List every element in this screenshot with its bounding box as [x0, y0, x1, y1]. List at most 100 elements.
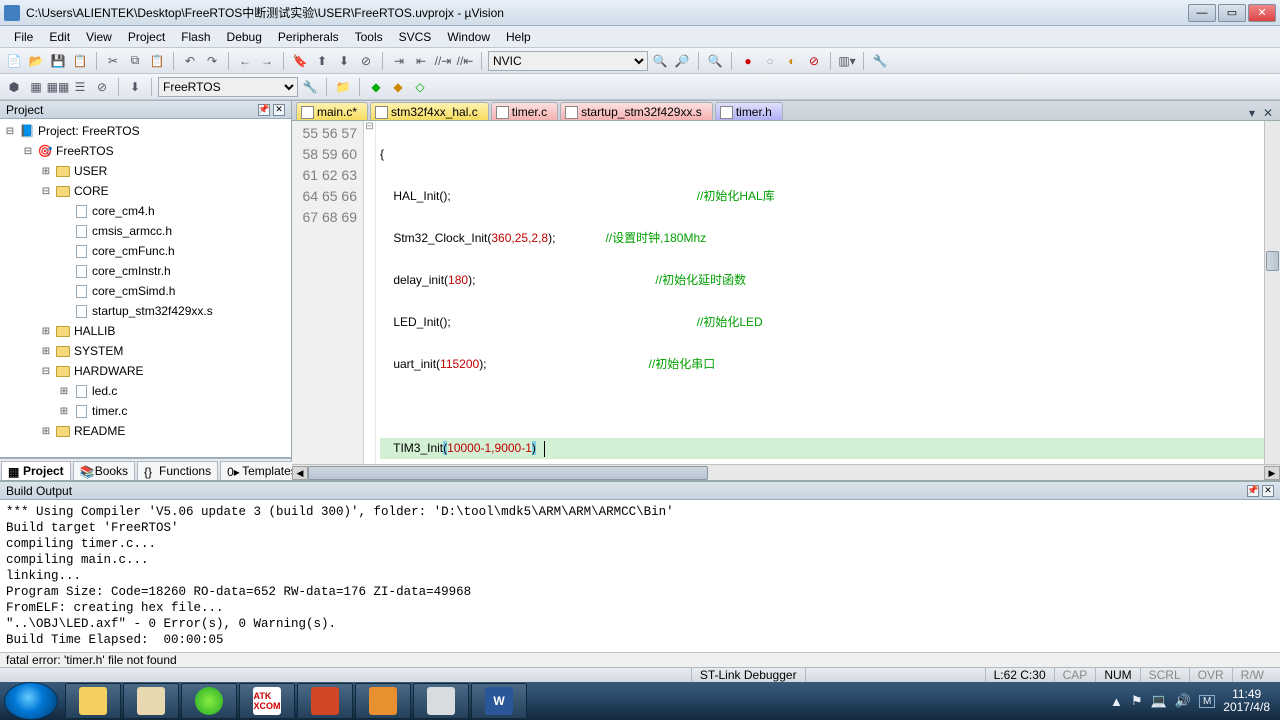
taskbar-item-explorer[interactable]: [65, 683, 121, 719]
configure-button[interactable]: 🔧: [870, 51, 890, 71]
fold-column[interactable]: ⊟: [364, 121, 376, 464]
tree-file[interactable]: ⊞timer.c: [0, 401, 291, 421]
editor-vscrollbar[interactable]: [1264, 121, 1280, 464]
target-select[interactable]: FreeRTOS: [158, 77, 298, 97]
tab-project[interactable]: ▦Project: [1, 461, 71, 480]
hscroll-left[interactable]: ◀: [292, 466, 308, 480]
menu-debug[interactable]: Debug: [219, 28, 270, 46]
tab-functions[interactable]: {}Functions: [137, 461, 218, 480]
start-button[interactable]: [4, 682, 58, 720]
breakpoint-disable-button[interactable]: ◐: [782, 51, 802, 71]
uncomment-button[interactable]: //⇤: [455, 51, 475, 71]
indent-button[interactable]: ⇥: [389, 51, 409, 71]
breakpoint-insert-button[interactable]: ●: [738, 51, 758, 71]
file-tab-timer-h[interactable]: timer.h: [715, 102, 783, 120]
tree-folder-user[interactable]: ⊞USER: [0, 161, 291, 181]
menu-svcs[interactable]: SVCS: [391, 28, 440, 46]
tree-target[interactable]: ⊟🎯FreeRTOS: [0, 141, 291, 161]
build-button[interactable]: ▦: [26, 77, 46, 97]
rebuild-button[interactable]: ▦▦: [48, 77, 68, 97]
redo-button[interactable]: ↷: [202, 51, 222, 71]
tree-file[interactable]: core_cmFunc.h: [0, 241, 291, 261]
tree-file[interactable]: cmsis_armcc.h: [0, 221, 291, 241]
find-in-files-button[interactable]: 🔎: [672, 51, 692, 71]
bookmark-prev-button[interactable]: ⬆: [312, 51, 332, 71]
panel-close-button[interactable]: ✕: [273, 104, 285, 116]
tray-up-icon[interactable]: ▲: [1110, 694, 1123, 709]
menu-file[interactable]: File: [6, 28, 41, 46]
taskbar-item-atk[interactable]: ATKXCOM: [239, 683, 295, 719]
stop-build-button[interactable]: ⊘: [92, 77, 112, 97]
code-editor[interactable]: 55 56 57 58 59 60 61 62 63 64 65 66 67 6…: [292, 121, 1280, 464]
system-tray[interactable]: ▲ ⚑ 💻 🔊 M 11:492017/4/8: [1104, 688, 1276, 714]
tab-close-button[interactable]: ✕: [1261, 106, 1275, 120]
code-area[interactable]: { HAL_Init();//初始化HAL库 Stm32_Clock_Init(…: [376, 121, 1280, 464]
tree-root[interactable]: ⊟📘Project: FreeRTOS: [0, 121, 291, 141]
maximize-button[interactable]: ▭: [1218, 4, 1246, 22]
menu-help[interactable]: Help: [498, 28, 539, 46]
build-close-button[interactable]: ✕: [1262, 485, 1274, 497]
nav-forward-button[interactable]: →: [257, 51, 277, 71]
debug-button[interactable]: 🔍: [705, 51, 725, 71]
batch-build-button[interactable]: ☰: [70, 77, 90, 97]
close-button[interactable]: ✕: [1248, 4, 1276, 22]
paste-button[interactable]: 📋: [147, 51, 167, 71]
hscroll-right[interactable]: ▶: [1264, 466, 1280, 480]
minimize-button[interactable]: —: [1188, 4, 1216, 22]
bookmark-button[interactable]: 🔖: [290, 51, 310, 71]
tree-file[interactable]: core_cmInstr.h: [0, 261, 291, 281]
tree-file[interactable]: ⊞led.c: [0, 381, 291, 401]
menu-edit[interactable]: Edit: [41, 28, 78, 46]
find-combo[interactable]: NVIC: [488, 51, 648, 71]
outdent-button[interactable]: ⇤: [411, 51, 431, 71]
tray-volume-icon[interactable]: 🔊: [1175, 693, 1191, 709]
tree-folder-core[interactable]: ⊟CORE: [0, 181, 291, 201]
tree-folder-hardware[interactable]: ⊟HARDWARE: [0, 361, 291, 381]
menu-flash[interactable]: Flash: [173, 28, 218, 46]
translate-button[interactable]: ⬢: [4, 77, 24, 97]
taskbar-item-app1[interactable]: [181, 683, 237, 719]
new-file-button[interactable]: 📄: [4, 51, 24, 71]
download-button[interactable]: ⬇: [125, 77, 145, 97]
taskbar-item-uvision[interactable]: [413, 683, 469, 719]
file-tab-main[interactable]: main.c*: [296, 102, 368, 120]
file-tab-startup[interactable]: startup_stm32f429xx.s: [560, 102, 713, 120]
tree-file[interactable]: startup_stm32f429xx.s: [0, 301, 291, 321]
undo-button[interactable]: ↶: [180, 51, 200, 71]
tray-flag-icon[interactable]: ⚑: [1131, 693, 1143, 709]
menu-peripherals[interactable]: Peripherals: [270, 28, 347, 46]
project-tree[interactable]: ⊟📘Project: FreeRTOS ⊟🎯FreeRTOS ⊞USER ⊟CO…: [0, 119, 291, 458]
tree-folder-system[interactable]: ⊞SYSTEM: [0, 341, 291, 361]
tray-clock[interactable]: 11:492017/4/8: [1223, 688, 1270, 714]
breakpoint-kill-button[interactable]: ⊘: [804, 51, 824, 71]
select-packs-button[interactable]: ◆: [388, 77, 408, 97]
copy-button[interactable]: ⧉: [125, 51, 145, 71]
menu-view[interactable]: View: [78, 28, 120, 46]
file-tab-timer-c[interactable]: timer.c: [491, 102, 558, 120]
tab-dropdown-button[interactable]: ▾: [1245, 106, 1259, 120]
manage-rte-button[interactable]: ◆: [366, 77, 386, 97]
window-layout-button[interactable]: ▥▾: [837, 51, 857, 71]
tray-network-icon[interactable]: 💻: [1151, 693, 1167, 709]
save-all-button[interactable]: 📋: [70, 51, 90, 71]
menu-tools[interactable]: Tools: [347, 28, 391, 46]
nav-back-button[interactable]: ←: [235, 51, 255, 71]
bookmark-clear-button[interactable]: ⊘: [356, 51, 376, 71]
tree-file[interactable]: core_cmSimd.h: [0, 281, 291, 301]
target-options-button[interactable]: 🔧: [300, 77, 320, 97]
taskbar-item-word[interactable]: W: [471, 683, 527, 719]
save-button[interactable]: 💾: [48, 51, 68, 71]
build-pin-button[interactable]: 📌: [1247, 485, 1259, 497]
breakpoint-enable-button[interactable]: ○: [760, 51, 780, 71]
open-button[interactable]: 📂: [26, 51, 46, 71]
build-output-text[interactable]: *** Using Compiler 'V5.06 update 3 (buil…: [0, 500, 1280, 652]
panel-pin-button[interactable]: 📌: [258, 104, 270, 116]
comment-button[interactable]: //⇥: [433, 51, 453, 71]
menu-project[interactable]: Project: [120, 28, 173, 46]
taskbar-item-ppt[interactable]: [297, 683, 353, 719]
taskbar-item-pdf[interactable]: [355, 683, 411, 719]
taskbar-item-folder[interactable]: [123, 683, 179, 719]
menu-window[interactable]: Window: [439, 28, 498, 46]
manage-project-button[interactable]: 📁: [333, 77, 353, 97]
tab-books[interactable]: 📚Books: [73, 461, 135, 480]
